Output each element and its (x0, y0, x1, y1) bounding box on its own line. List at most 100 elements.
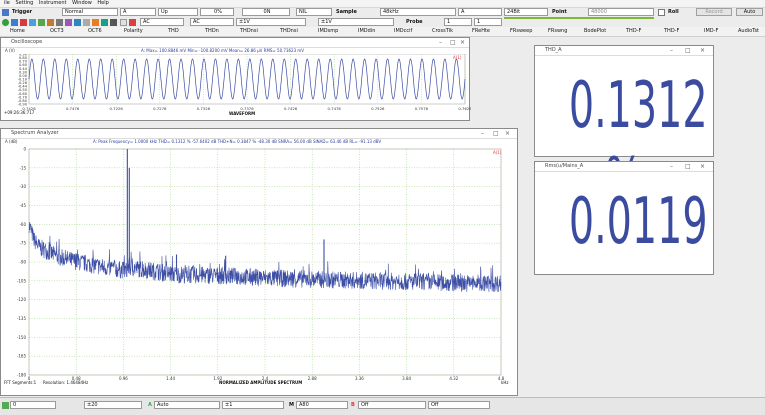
status-m-label: M (289, 402, 294, 408)
spectrum-y-tick: -150 (17, 335, 27, 340)
menu-file[interactable]: ile (4, 0, 10, 7)
coupling-a-select[interactable]: AC (140, 18, 184, 26)
spectrum-x-tick: 1.44 (166, 376, 175, 381)
trigger-position-field[interactable]: 0N (242, 8, 290, 16)
spectrum-xlabel: NORMALIZED AMPLITUDE SPECTRUM (219, 380, 303, 385)
restore-icon[interactable]: □ (450, 38, 456, 47)
restore-icon[interactable]: □ (685, 46, 691, 55)
channel-b-icon[interactable] (47, 19, 54, 26)
nav-thdnsi-2[interactable]: THDnsi (280, 28, 298, 34)
run-icon[interactable] (2, 19, 9, 26)
bits-select[interactable]: 24Bit (504, 8, 548, 16)
status-field-7[interactable]: Off (428, 401, 490, 409)
osc-x-tick: 0.7476 (66, 106, 80, 111)
math-icon[interactable] (65, 19, 72, 26)
close-icon[interactable]: × (460, 38, 465, 47)
print-icon[interactable] (110, 19, 117, 26)
settings-icon[interactable] (56, 19, 63, 26)
export-icon[interactable] (101, 19, 108, 26)
spectrum-y-tick: -105 (17, 278, 27, 283)
minimize-icon[interactable]: – (439, 38, 442, 47)
trigger-mode-select[interactable]: Normal (62, 8, 118, 16)
status-field-6[interactable]: Off (358, 401, 426, 409)
range-b-select[interactable]: ±1V (318, 18, 394, 26)
osc-stats: A: Max= 100.8846 mV Min= -100.8200 mV Me… (141, 48, 305, 53)
osc-x-tick: 0.7626 (458, 106, 471, 111)
nav-crosstalk[interactable]: CrossTlk (432, 28, 453, 34)
single-icon[interactable] (29, 19, 36, 26)
spectrum-stats: A: Peak Frequency= 1.0000 kHz THD= 0.131… (93, 139, 382, 144)
channel-b-toggle-icon[interactable] (129, 19, 136, 26)
minimize-icon[interactable]: – (670, 162, 673, 171)
spectrum-x-unit: kHz (501, 380, 509, 385)
nav-oct3[interactable]: OCT3 (50, 28, 64, 34)
status-field-1[interactable]: 0 (10, 401, 56, 409)
trigger-channel-select[interactable]: A (120, 8, 156, 16)
coupling-select[interactable]: NIL (296, 8, 332, 16)
nav-audiotst[interactable]: AudioTst (738, 28, 759, 34)
menu-setting[interactable]: Setting (15, 0, 33, 7)
status-field-3[interactable]: Auto (154, 401, 220, 409)
status-field-2[interactable]: ±20 (84, 401, 142, 409)
menu-window[interactable]: Window (72, 0, 92, 7)
osc-x-tick: 0.7576 (415, 106, 429, 111)
nav-imd-f[interactable]: IMD-F (704, 28, 718, 34)
coupling-b-select[interactable]: AC (190, 18, 234, 26)
mode-icon[interactable] (11, 19, 18, 26)
channel-a-icon[interactable] (38, 19, 45, 26)
roll-label: Roll (668, 9, 679, 15)
osc-x-tick: 0.7426 (284, 106, 298, 111)
nav-thdnsi[interactable]: THDnsi (240, 28, 258, 34)
stop-icon[interactable] (20, 19, 27, 26)
points-field[interactable]: 48000 (588, 8, 654, 16)
nav-thd-f-2[interactable]: THD-F (664, 28, 679, 34)
close-icon[interactable]: × (505, 129, 510, 138)
nav-polarity[interactable]: Polarity (124, 28, 143, 34)
nav-home[interactable]: Home (10, 28, 25, 34)
status-icon (2, 402, 9, 409)
nav-thd-f[interactable]: THD-F (626, 28, 641, 34)
close-icon[interactable]: × (700, 162, 705, 171)
restore-icon[interactable]: □ (685, 162, 691, 171)
status-field-5[interactable]: A80 (296, 401, 348, 409)
probe-b-select[interactable]: 1 (474, 18, 502, 26)
grid-icon[interactable] (83, 19, 90, 26)
trigger-slope-select[interactable]: Up (158, 8, 198, 16)
nav-thdn[interactable]: THDn (205, 28, 219, 34)
cursor-icon[interactable] (74, 19, 81, 26)
rms-value: 0.0119 (568, 185, 708, 259)
trigger-level-field[interactable]: 0% (200, 8, 234, 16)
nav-imdsmp[interactable]: IMDsmp (318, 28, 338, 34)
osc-unit: A (V) (5, 48, 15, 53)
nav-imdccif[interactable]: IMDccif (394, 28, 412, 34)
nav-frsweep[interactable]: FRsweep (510, 28, 532, 34)
minimize-icon[interactable]: – (481, 129, 484, 138)
oscilloscope-titlebar: Oscilloscope – □ × (1, 38, 469, 48)
close-icon[interactable]: × (700, 46, 705, 55)
nav-frehte[interactable]: FReHte (472, 28, 490, 34)
restore-icon[interactable]: □ (493, 129, 499, 138)
probe-a-select[interactable]: 1 (444, 18, 472, 26)
range-a-select[interactable]: ±1V (236, 18, 306, 26)
sample-rate-select[interactable]: 48kHz (380, 8, 456, 16)
menu-instrument[interactable]: Instrument (39, 0, 67, 7)
minimize-icon[interactable]: – (670, 46, 673, 55)
auto-button[interactable]: Auto (736, 8, 763, 16)
nav-imddin[interactable]: IMDdin (358, 28, 375, 34)
nav-oct6[interactable]: OCT6 (88, 28, 102, 34)
nav-frswng[interactable]: FRswng (548, 28, 567, 34)
sample-channel-select[interactable]: A (458, 8, 502, 16)
channel-a-toggle-icon[interactable] (120, 19, 127, 26)
menu-help[interactable]: Help (97, 0, 108, 7)
trigger-icon[interactable] (2, 9, 9, 16)
status-bar: 0 ±20 A Auto ±1 M A80 B Off Off (0, 397, 765, 415)
record-button[interactable]: Record (696, 8, 732, 16)
spectrum-y-tick: -45 (19, 203, 26, 208)
status-field-4[interactable]: ±1 (222, 401, 284, 409)
spectrum-x-tick: 4.32 (449, 376, 458, 381)
roll-checkbox[interactable] (658, 9, 665, 16)
fft-segments: FFT Segments:1 (4, 380, 37, 385)
save-icon[interactable] (92, 19, 99, 26)
nav-thd[interactable]: THD (168, 28, 179, 34)
nav-bodeplot[interactable]: BodePlot (584, 28, 606, 34)
